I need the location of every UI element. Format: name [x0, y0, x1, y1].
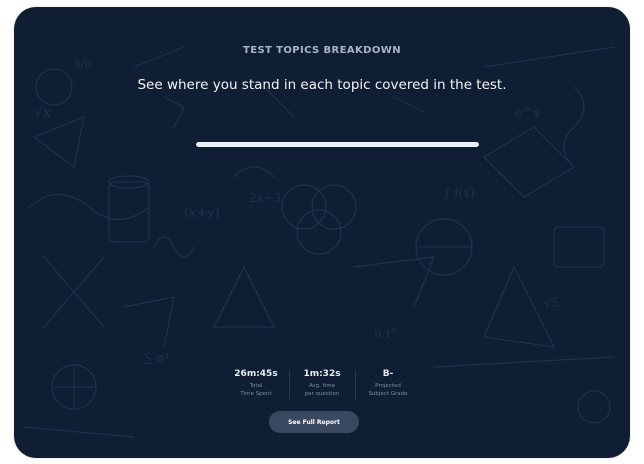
- stat-label: Avg. time per question: [289, 381, 355, 398]
- stat-value: 26m:45s: [234, 369, 278, 379]
- svg-text:√x: √x: [34, 105, 51, 121]
- stat-label-line: Subject Grade: [368, 390, 408, 397]
- stat-label: Projected Subject Grade: [355, 381, 421, 398]
- stat-label-line: Time Spent: [240, 390, 272, 397]
- stats-row: 26m:45s Total Time Spent 1m:32s Avg. tim…: [222, 367, 422, 403]
- svg-text:∫ f(x): ∫ f(x): [444, 186, 475, 200]
- svg-text:e^x: e^x: [514, 106, 541, 121]
- section-eyebrow: TEST TOPICS BREAKDOWN: [243, 45, 401, 56]
- section-subtitle: See where you stand in each topic covere…: [137, 77, 507, 93]
- stat-value: B-: [382, 369, 394, 379]
- stat-label-line: Projected: [375, 383, 401, 389]
- svg-text:∑ n²: ∑ n²: [144, 351, 169, 365]
- stat-total-time: 26m:45s Total Time Spent: [223, 367, 289, 403]
- stat-label-line: Avg. time: [308, 383, 336, 389]
- stat-label: Total Time Spent: [223, 381, 289, 398]
- svg-text:π r²: π r²: [374, 326, 396, 340]
- see-full-report-button[interactable]: See Full Report: [269, 411, 359, 433]
- loading-progress-bar: [196, 142, 479, 147]
- results-card: √x ∑ n² (x+y) 2x+3 π r² e^x ∫ f(x) √5 a/…: [14, 7, 630, 458]
- stat-label-line: per question: [304, 390, 340, 397]
- svg-text:(x+y): (x+y): [184, 206, 220, 221]
- loading-progress-fill: [196, 142, 479, 147]
- stat-projected-grade: B- Projected Subject Grade: [355, 367, 421, 403]
- stat-value: 1m:32s: [303, 369, 341, 379]
- svg-text:√5: √5: [544, 296, 559, 310]
- stat-avg-time: 1m:32s Avg. time per question: [289, 367, 355, 403]
- stat-label-line: Total: [249, 383, 263, 389]
- svg-text:a/b: a/b: [74, 57, 91, 70]
- svg-text:2x+3: 2x+3: [249, 191, 281, 205]
